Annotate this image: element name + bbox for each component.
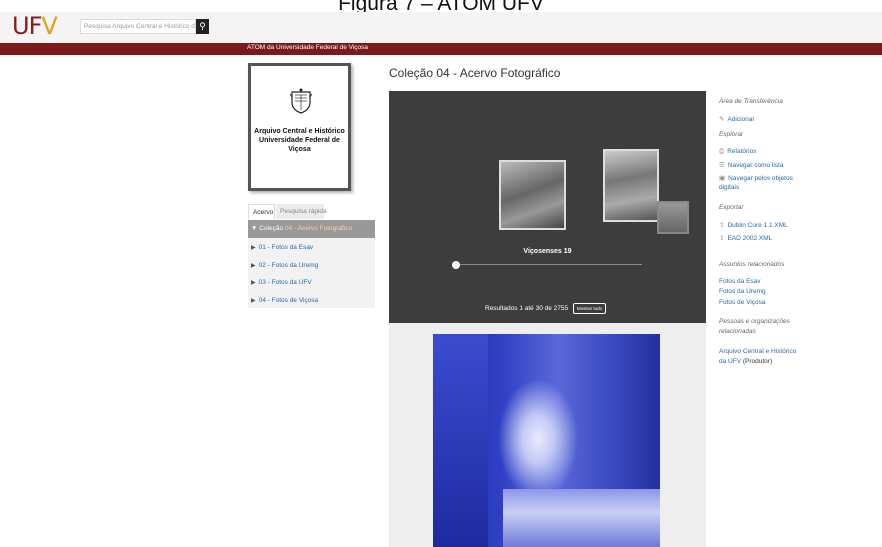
show-all-button[interactable]: Mostrar tudo <box>573 303 606 314</box>
logo-uf: UF <box>12 12 42 40</box>
results-count: Resultados 1 até 30 de 2755 <box>485 305 569 312</box>
crest-icon <box>289 88 313 114</box>
carousel-thumbnail[interactable] <box>657 201 689 234</box>
subjects-title: Assuntos relacionados <box>719 261 785 268</box>
subject-link[interactable]: Fotos de Viçosa <box>719 299 766 306</box>
photo-shelf-detail <box>433 334 488 547</box>
image-icon: ▣ <box>719 175 726 182</box>
dublin-core-link[interactable]: ⇧ Dublin Core 1.1 XML <box>719 221 788 229</box>
expand-arrow-icon[interactable]: ▶ <box>251 245 256 251</box>
tree-head-highlight: 04 - Acervo Fotográfico <box>284 225 353 232</box>
transfer-area-title: Área de Transferência <box>719 98 783 105</box>
ead-label: EAD 2002 XML <box>727 235 773 242</box>
tree-item-esav[interactable]: ▶ 01 - Fotos da Esav <box>251 244 313 251</box>
people-title: Pessoas e organizações <box>719 318 790 325</box>
expand-arrow-icon[interactable]: ▶ <box>251 280 256 286</box>
tree-item-current[interactable]: ▼ Coleção 04 - Acervo Fotográfico <box>248 220 375 238</box>
tree-item-vicosa[interactable]: ▶ 04 - Fotos de Viçosa <box>251 297 318 304</box>
digital-object-area <box>389 323 706 547</box>
browse-digital-label: Navegar pelos objetos <box>728 175 793 182</box>
tree-item-uremg[interactable]: ▶ 02 - Fotos da Uremg <box>251 262 318 269</box>
page-title: Coleção 04 - Acervo Fotográfico <box>389 66 561 80</box>
subject-link[interactable]: Fotos da Esav <box>719 278 761 285</box>
upload-icon: ⇧ <box>719 235 725 242</box>
carousel-thumbnail[interactable] <box>499 160 566 230</box>
institution-name-line2: Universidade Federal de Viçosa <box>259 137 340 153</box>
add-label: Adicionar <box>727 116 755 123</box>
carousel-thumbnail[interactable] <box>603 149 659 222</box>
logo-v: V <box>41 12 57 40</box>
people-role: (Produtor) <box>741 358 773 365</box>
tab-pesquisa-rapida[interactable]: Pesquisa rápida <box>276 204 327 219</box>
tree-item-label: 04 - Fotos de Viçosa <box>258 297 319 304</box>
ufv-logo[interactable]: UFV <box>12 12 58 40</box>
add-link[interactable]: ✎ Adicionar <box>719 115 755 123</box>
image-carousel: Viçosenses 19 Resultados 1 até 30 de 275… <box>389 91 706 323</box>
people-link-cont[interactable]: da UFV <box>719 358 741 365</box>
expand-arrow-icon[interactable]: ▶ <box>251 263 256 269</box>
photo-table-detail <box>503 489 660 547</box>
reports-link[interactable]: ⎙ Relatórios <box>719 148 756 156</box>
browse-list-link[interactable]: ☰ Navegar como lista <box>719 161 783 169</box>
ead-link[interactable]: ⇧ EAD 2002 XML <box>719 234 772 242</box>
export-title: Exportar <box>719 204 744 211</box>
collection-tree: ▼ Coleção 04 - Acervo Fotográfico ▶ 01 - … <box>248 220 375 308</box>
carousel-slider-track[interactable] <box>456 264 642 265</box>
printer-icon: ⎙ <box>719 148 725 155</box>
people-link-row: da UFV (Produtor) <box>719 358 772 365</box>
paperclip-icon: ✎ <box>719 116 725 123</box>
tree-item-label: 01 - Fotos da Esav <box>258 244 314 251</box>
browse-digital-link-cont[interactable]: digitais <box>719 184 739 191</box>
site-banner-text[interactable]: ATOM da Universidade Federal de Viçosa <box>247 44 368 51</box>
expand-arrow-icon[interactable]: ▶ <box>251 298 256 304</box>
upload-icon: ⇧ <box>719 222 725 229</box>
digital-object-image[interactable] <box>433 334 660 547</box>
institution-logo-box[interactable]: Arquivo Central e Histórico Universidade… <box>248 63 351 191</box>
institution-name: Arquivo Central e Histórico Universidade… <box>251 127 348 154</box>
explore-title: Explorar <box>719 131 744 138</box>
reports-label: Relatórios <box>727 148 757 155</box>
tree-item-ufv[interactable]: ▶ 03 - Fotos da UFV <box>251 279 312 286</box>
search-icon: ⚲ <box>199 21 206 31</box>
carousel-slider-handle[interactable] <box>452 261 460 269</box>
search-input[interactable]: Pesquisa Arquivo Central e Histórico da <box>80 19 196 34</box>
tree-item-label: 03 - Fotos da UFV <box>258 279 312 286</box>
browse-list-label: Navegar como lista <box>727 162 784 169</box>
institution-name-line1: Arquivo Central e Histórico <box>254 128 345 135</box>
subject-link[interactable]: Fotos da Uremg <box>719 288 766 295</box>
site-banner: ATOM da Universidade Federal de Viçosa <box>0 43 882 55</box>
search-button[interactable]: ⚲ <box>196 19 209 34</box>
carousel-caption: Viçosenses 19 <box>523 248 572 255</box>
people-title-cont: relacionadas <box>719 328 756 335</box>
tree-item-label: 02 - Fotos da Uremg <box>258 262 319 269</box>
people-link[interactable]: Arquivo Central e Histórico <box>719 348 796 355</box>
dublin-core-label: Dublin Core 1.1 XML <box>727 222 788 229</box>
browse-digital-link[interactable]: ▣ Navegar pelos objetos <box>719 174 793 182</box>
list-icon: ☰ <box>719 162 725 169</box>
tree-head-prefix: Coleção <box>259 225 284 232</box>
tab-acervo[interactable]: Acervo <box>248 204 275 219</box>
